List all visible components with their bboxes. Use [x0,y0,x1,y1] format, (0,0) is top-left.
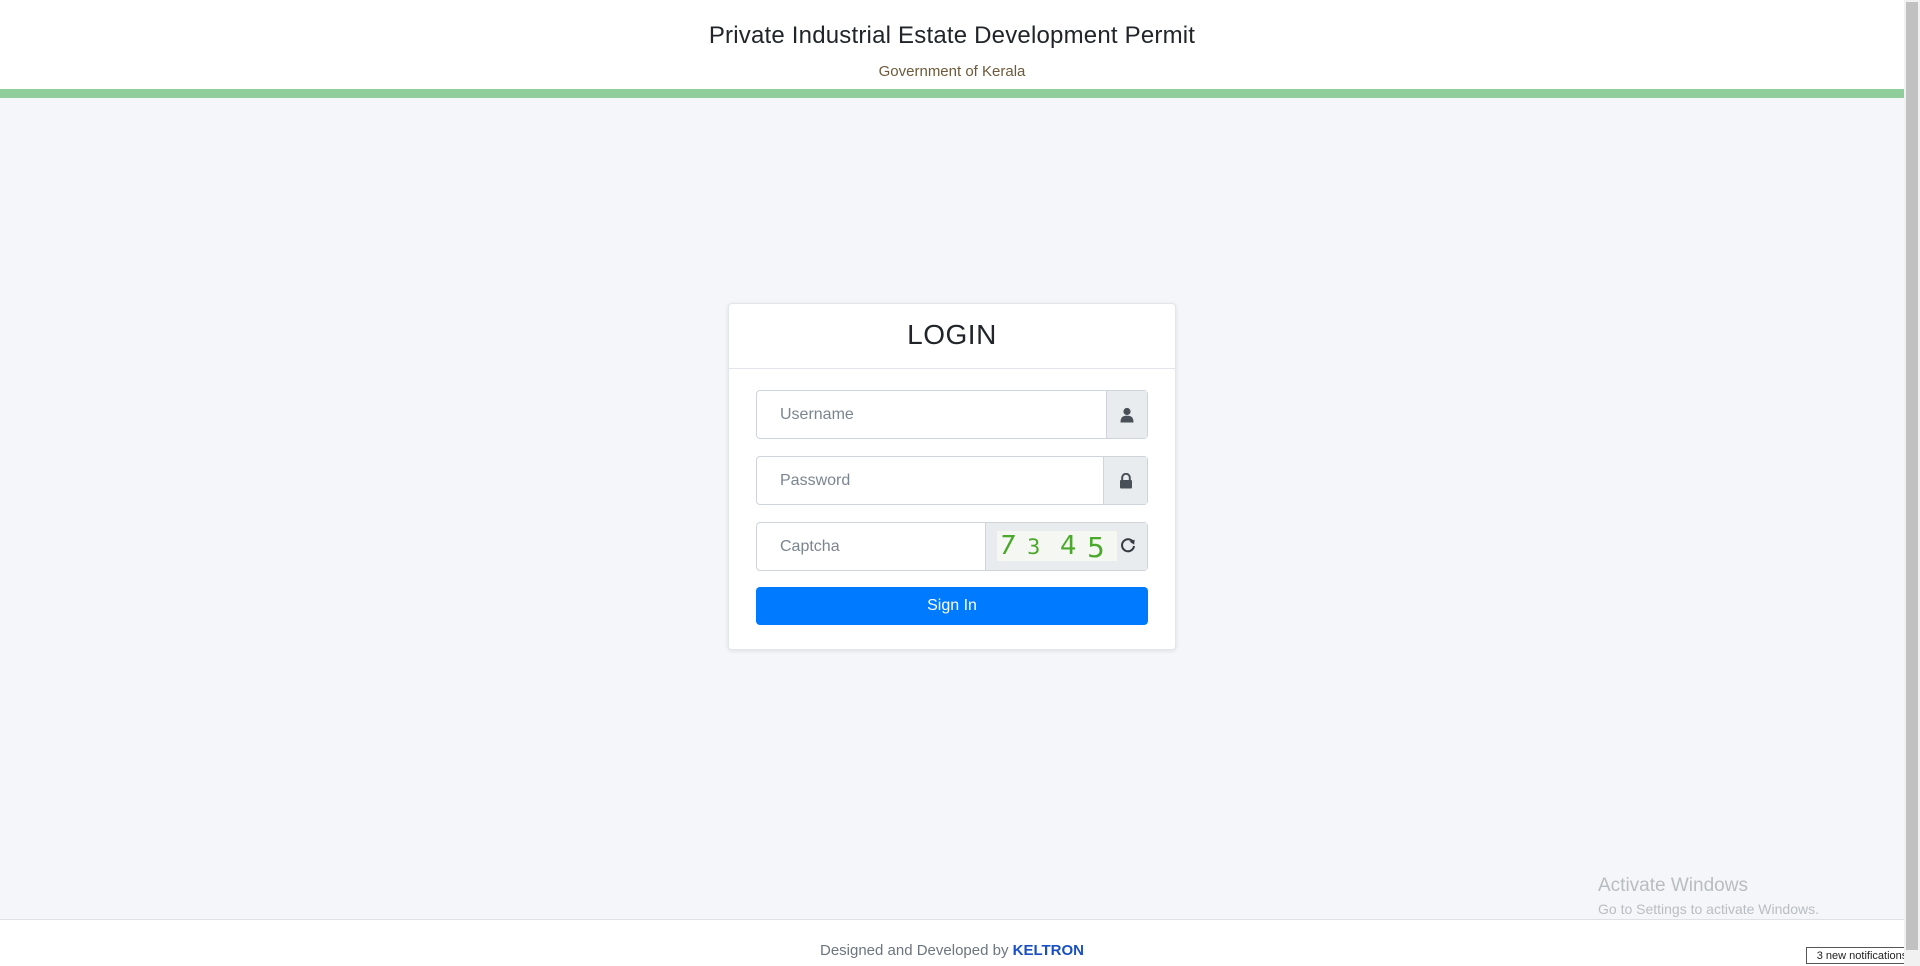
refresh-icon[interactable] [1119,537,1137,555]
captcha-digit: 7 [996,531,1018,561]
sign-in-button[interactable]: Sign In [756,587,1148,625]
password-input[interactable] [757,457,1116,504]
login-title: LOGIN [907,319,997,350]
login-card-header: LOGIN [729,304,1175,369]
page-footer: Designed and Developed by KELTRON [0,919,1904,966]
watermark-title: Activate Windows [1598,875,1748,896]
captcha-box: 7 3 4 5 [985,523,1147,570]
captcha-digit: 3 [1027,535,1041,559]
page-header: Private Industrial Estate Development Pe… [0,0,1904,89]
page-title: Private Industrial Estate Development Pe… [708,22,1196,49]
user-icon [1106,391,1147,438]
footer-credit: Designed and Developed by KELTRON [0,942,1904,959]
captcha-digit: 4 [1060,531,1077,561]
username-input[interactable] [757,391,1120,438]
notifications-badge[interactable]: 3 new notifications [1806,947,1918,964]
captcha-input[interactable] [757,523,986,570]
password-group [756,456,1148,505]
lock-icon [1103,457,1147,504]
captcha-image: 7 3 4 5 [996,531,1117,564]
vertical-scrollbar[interactable] [1904,0,1920,966]
captcha-digit: 5 [1087,531,1105,564]
footer-credit-text: Designed and Developed by [819,942,1009,959]
captcha-group: 7 3 4 5 [756,522,1148,571]
footer-brand-link[interactable]: KELTRON [1013,942,1084,959]
activate-windows-watermark: Activate Windows Go to Settings to activ… [1598,875,1819,917]
watermark-subtitle: Go to Settings to activate Windows. [1598,901,1819,917]
username-group [756,390,1148,439]
login-card: LOGIN 7 3 4 5 [728,303,1176,650]
header-accent-bar [0,89,1904,98]
scrollbar-thumb[interactable] [1906,2,1918,950]
page-subtitle: Government of Kerala [878,63,1026,80]
